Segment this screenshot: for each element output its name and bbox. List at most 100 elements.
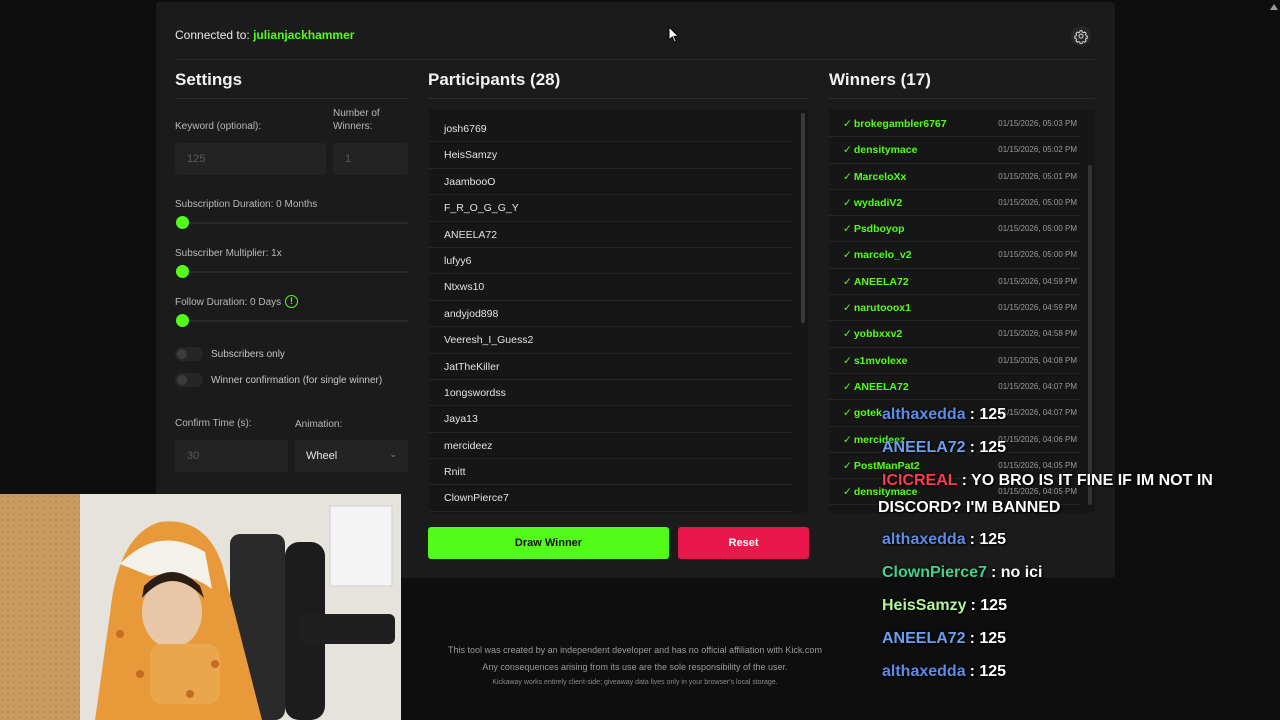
chat-text: : 125 xyxy=(970,597,1007,614)
gear-icon[interactable] xyxy=(1070,25,1092,47)
checkmark-icon: ✓ xyxy=(843,486,852,499)
winner-row: ✓ marcelo_v2 01/15/2026, 05:00 PM xyxy=(829,242,1081,269)
chat-username: HeisSamzy xyxy=(882,597,967,614)
checkmark-icon: ✓ xyxy=(843,170,852,183)
winner-name: ✓ Psdboyop xyxy=(843,216,905,242)
chat-message: althaxedda: 125 xyxy=(882,531,1006,549)
participants-title: Participants (28) xyxy=(428,70,561,89)
winner-row: ✓ densitymace 01/15/2026, 05:02 PM xyxy=(829,137,1081,164)
animation-select[interactable]: Wheel ⌄ xyxy=(295,440,408,472)
draw-winner-button[interactable]: Draw Winner xyxy=(428,527,669,559)
sub-duration-track xyxy=(176,222,408,224)
winner-name-text: PostManPat2 xyxy=(853,459,920,472)
winner-name: ✓ yobbxxv2 xyxy=(843,321,902,347)
winner-time: 01/15/2026, 05:00 PM xyxy=(998,197,1077,207)
checkmark-icon: ✓ xyxy=(843,196,852,209)
winner-time: 01/15/2026, 04:08 PM xyxy=(998,355,1077,365)
chat-username: althaxedda xyxy=(882,406,966,423)
winner-name-text: ANEELA72 xyxy=(853,275,909,288)
subscribers-only-toggle[interactable] xyxy=(175,347,203,361)
sub-multiplier-slider[interactable] xyxy=(176,265,189,278)
chevron-down-icon: ⌄ xyxy=(389,449,397,459)
chat-message: althaxedda: 125 xyxy=(882,663,1006,681)
winner-name: ✓ marcelo_v2 xyxy=(843,242,912,268)
chat-username: ANEELA72 xyxy=(882,630,966,647)
winner-name-text: wydadiV2 xyxy=(853,196,903,209)
winner-name-text: gotek xyxy=(853,407,882,420)
winner-time: 01/15/2026, 04:58 PM xyxy=(998,329,1077,339)
chat-username: althaxedda xyxy=(882,663,966,680)
webcam-overlay xyxy=(0,494,401,720)
checkmark-icon: ✓ xyxy=(843,328,852,341)
chat-text: : 125 xyxy=(969,663,1007,680)
winner-name: ✓ narutooox1 xyxy=(843,295,911,321)
footer-line-2: Any consequences arising from its use ar… xyxy=(482,662,788,672)
winners-scrollbar[interactable] xyxy=(1088,165,1092,505)
subscribers-only-label: Subscribers only xyxy=(211,349,285,360)
animation-value: Wheel xyxy=(306,450,338,462)
sub-multiplier-track xyxy=(176,271,408,273)
winner-time: 01/15/2026, 05:00 PM xyxy=(998,250,1077,260)
checkmark-icon: ✓ xyxy=(843,249,852,262)
chat-message: ANEELA72: 125 xyxy=(882,630,1006,648)
winner-row: ✓ s1mvolexe 01/15/2026, 04:08 PM xyxy=(829,348,1081,374)
info-icon[interactable]: ! xyxy=(285,295,298,308)
winner-confirmation-toggle[interactable] xyxy=(175,373,203,387)
sub-duration-slider[interactable] xyxy=(176,216,189,229)
winner-time: 01/15/2026, 04:07 PM xyxy=(998,381,1077,391)
winner-time: 01/15/2026, 05:01 PM xyxy=(998,171,1077,181)
participant-row: ANEELA72 xyxy=(429,222,792,248)
follow-duration-slider[interactable] xyxy=(176,314,189,327)
checkmark-icon: ✓ xyxy=(843,144,852,157)
confirm-time-input[interactable]: 30 xyxy=(175,440,288,472)
participant-row: HeisSamzy xyxy=(429,142,792,169)
connection-status: Connected to: julianjackhammer xyxy=(175,28,354,42)
winner-name: ✓ ANEELA72 xyxy=(843,269,909,295)
participant-row: Jaya13 xyxy=(429,406,792,433)
checkmark-icon: ✓ xyxy=(843,302,852,315)
follow-duration-track xyxy=(176,320,408,322)
participants-divider xyxy=(428,98,808,99)
chat-text: : 125 xyxy=(969,531,1007,548)
settings-title: Settings xyxy=(175,70,243,89)
winner-name: ✓ s1mvolexe xyxy=(843,348,908,374)
participant-row: ClownPierce7 xyxy=(429,485,792,512)
checkmark-icon: ✓ xyxy=(843,275,852,288)
checkmark-icon: ✓ xyxy=(843,459,852,472)
winner-time: 01/15/2026, 05:03 PM xyxy=(998,119,1077,128)
winner-row: ✓ narutooox1 01/15/2026, 04:59 PM xyxy=(829,295,1081,322)
confirm-time-label: Confirm Time (s): xyxy=(175,418,252,429)
participant-row: JatTheKiller xyxy=(429,354,792,380)
winners-count-input[interactable]: 1 xyxy=(333,143,408,175)
participant-row: F_R_O_G_G_Y xyxy=(429,195,792,222)
winner-name: ✓ ANEELA72 xyxy=(843,374,909,400)
participant-row: lufyy6 xyxy=(429,248,792,275)
footer-line-1: This tool was created by an independent … xyxy=(448,645,822,655)
chat-username: ClownPierce7 xyxy=(882,564,987,581)
page-scrollbar[interactable] xyxy=(1268,0,1280,600)
participants-scrollbar[interactable] xyxy=(801,113,805,323)
winner-name-text: MarceloXx xyxy=(853,170,907,183)
chat-text: : no ici xyxy=(990,564,1043,581)
winner-name-text: s1mvolexe xyxy=(853,354,908,367)
checkmark-icon: ✓ xyxy=(843,354,852,367)
chat-username: ICICREAL xyxy=(882,472,958,489)
keyword-input[interactable]: 125 xyxy=(175,143,326,175)
keyword-label: Keyword (optional): xyxy=(175,121,262,132)
winner-time: 01/15/2026, 05:02 PM xyxy=(998,145,1077,155)
participant-row: andyjod898 xyxy=(429,301,792,328)
winners-count-label: Number of Winners: xyxy=(333,108,380,132)
chat-message: DISCORD? I'M BANNED xyxy=(878,499,1060,517)
footer-disclaimer: This tool was created by an independent … xyxy=(400,642,870,690)
chat-username: althaxedda xyxy=(882,531,966,548)
participants-list[interactable]: josh6769 HeisSamzy JaambooO F_R_O_G_G_Y ANEE… xyxy=(429,109,808,513)
winner-name-text: yobbxxv2 xyxy=(853,328,903,341)
chat-message: HeisSamzy: 125 xyxy=(882,597,1007,615)
sub-duration-label: Subscription Duration: 0 Months xyxy=(175,199,318,210)
winner-name-text: brokegambler6767 xyxy=(853,118,947,130)
winner-row: ✓ wydadiV2 01/15/2026, 05:00 PM xyxy=(829,190,1081,217)
reset-button[interactable]: Reset xyxy=(678,527,809,559)
winner-name-text: ANEELA72 xyxy=(853,380,909,393)
participant-row: mercideez xyxy=(429,433,792,460)
participant-row: Ntxws10 xyxy=(429,274,792,301)
